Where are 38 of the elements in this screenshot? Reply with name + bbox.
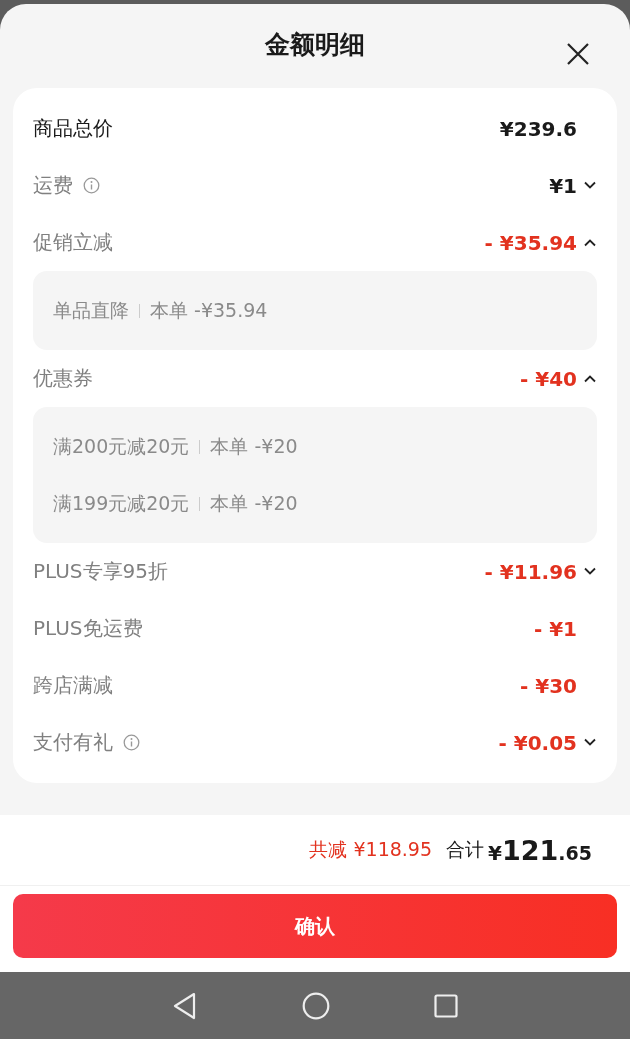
info-icon[interactable] <box>123 734 140 751</box>
chevron-up-icon[interactable] <box>583 238 597 247</box>
row-label: PLUS专享95折 <box>33 558 168 585</box>
row-amount: - ¥0.05 <box>498 730 577 755</box>
chevron-down-icon[interactable] <box>583 181 597 190</box>
row-label: 促销立减 <box>33 229 113 256</box>
chevron-down-icon[interactable] <box>583 567 597 576</box>
row-amount: ¥239.6 <box>499 116 577 141</box>
recents-icon[interactable] <box>434 993 458 1018</box>
row-label: 跨店满减 <box>33 672 113 699</box>
confirm-button[interactable]: 确认 <box>13 894 617 958</box>
detail-value: 本单 -¥20 <box>210 490 298 516</box>
row-amount: - ¥1 <box>533 616 577 641</box>
row-amount: - ¥35.94 <box>484 230 577 255</box>
row-label: PLUS免运费 <box>33 615 143 642</box>
close-icon[interactable] <box>566 42 590 66</box>
row-amount: - ¥40 <box>520 366 577 391</box>
row-amount: - ¥11.96 <box>484 559 577 584</box>
chevron-up-icon[interactable] <box>583 374 597 383</box>
row-label: 商品总价 <box>33 115 113 142</box>
saved-amount: 共减 ¥118.95 <box>309 837 433 862</box>
detail-value: 本单 -¥35.94 <box>150 297 268 323</box>
row-amount: - ¥30 <box>520 673 577 698</box>
detail-name: 单品直降 <box>53 297 129 323</box>
detail-value: 本单 -¥20 <box>210 433 298 459</box>
sheet-title: 金额明细 <box>265 28 365 61</box>
home-icon[interactable] <box>302 991 330 1020</box>
total-amount: ¥121.65 <box>488 834 592 866</box>
detail-name: 满199元减20元 <box>53 490 190 516</box>
row-label: 优惠券 <box>33 365 93 392</box>
back-icon[interactable] <box>172 991 198 1020</box>
row-label: 支付有礼 <box>33 729 113 756</box>
chevron-down-icon[interactable] <box>583 738 597 747</box>
row-amount: ¥1 <box>549 173 577 198</box>
info-icon[interactable] <box>83 177 100 194</box>
total-label: 合计 <box>446 837 485 862</box>
row-label: 运费 <box>33 172 73 199</box>
detail-name: 满200元减20元 <box>53 433 190 459</box>
